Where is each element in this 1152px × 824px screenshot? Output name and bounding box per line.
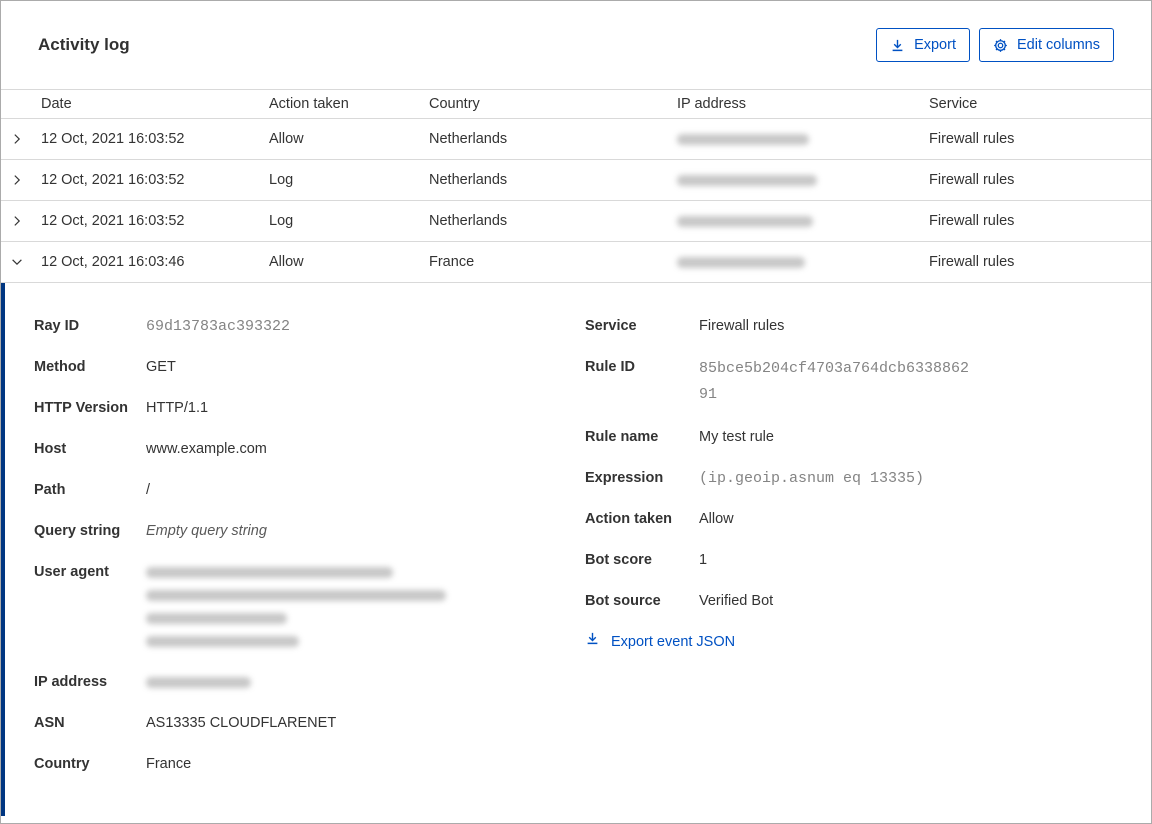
cell-ip xyxy=(677,172,929,188)
cell-date: 12 Oct, 2021 16:03:46 xyxy=(41,254,185,270)
detail-column-left: Ray ID 69d13783ac393322 Method GET HTTP … xyxy=(34,315,585,816)
detail-item-method: Method GET xyxy=(34,359,176,375)
column-header-action-taken: Action taken xyxy=(269,96,349,112)
cell-country: Netherlands xyxy=(429,213,508,229)
export-event-json-link[interactable]: Export event JSON xyxy=(585,631,1151,654)
redacted-ip-value xyxy=(677,256,805,268)
cell-date: 12 Oct, 2021 16:03:52 xyxy=(41,172,185,188)
activity-table: Date Action taken Country IP address Ser… xyxy=(1,89,1151,283)
redacted-user-agent-value xyxy=(146,561,446,653)
download-icon xyxy=(585,631,600,654)
detail-item-query-string: Query string Empty query string xyxy=(34,523,267,539)
detail-item-bot-score: Bot score 1 xyxy=(585,552,708,568)
cell-action: Log xyxy=(269,213,294,229)
detail-item-host: Host www.example.com xyxy=(34,441,267,457)
cell-action: Allow xyxy=(269,131,304,147)
cell-service: Firewall rules xyxy=(929,254,1015,270)
detail-item-ray-id: Ray ID 69d13783ac393322 xyxy=(34,318,291,335)
detail-item-service: Service Firewall rules xyxy=(585,318,785,334)
column-header-date: Date xyxy=(41,96,72,112)
cell-date: 12 Oct, 2021 16:03:52 xyxy=(41,131,185,147)
detail-column-right: Service Firewall rules Rule ID 85bce5b20… xyxy=(585,315,1151,816)
detail-item-action-taken: Action taken Allow xyxy=(585,511,734,527)
export-event-json-label: Export event JSON xyxy=(611,634,736,650)
topbar: Activity log Export Edit columns xyxy=(1,1,1151,89)
export-button[interactable]: Export xyxy=(876,28,970,62)
cell-ip xyxy=(677,131,929,147)
cell-action: Log xyxy=(269,172,294,188)
detail-item-asn: ASN AS13335 CLOUDFLARENET xyxy=(34,715,337,731)
column-header-service: Service xyxy=(929,96,978,112)
event-detail-panel: Ray ID 69d13783ac393322 Method GET HTTP … xyxy=(1,283,1151,816)
cell-ip xyxy=(677,254,929,270)
detail-item-rule-name: Rule name My test rule xyxy=(585,429,774,445)
table-header-row: Date Action taken Country IP address Ser… xyxy=(1,89,1151,119)
row-expand-toggle[interactable] xyxy=(1,255,41,269)
chevron-right-icon xyxy=(10,132,24,146)
detail-item-country: Country France xyxy=(34,756,192,772)
detail-item-rule-id: Rule ID 85bce5b204cf4703a764dcb633886291 xyxy=(585,359,970,403)
cell-service: Firewall rules xyxy=(929,213,1015,229)
activity-log-panel: Activity log Export Edit columns Date Ac… xyxy=(0,0,1152,824)
table-row[interactable]: 12 Oct, 2021 16:03:52 Log Netherlands Fi… xyxy=(1,201,1151,242)
chevron-down-icon xyxy=(10,255,24,269)
table-row[interactable]: 12 Oct, 2021 16:03:52 Allow Netherlands … xyxy=(1,119,1151,160)
row-expand-toggle[interactable] xyxy=(1,214,41,228)
cell-ip xyxy=(677,213,929,229)
cell-country: Netherlands xyxy=(429,131,508,147)
gear-icon xyxy=(993,38,1008,53)
redacted-ip-value xyxy=(146,671,251,694)
toolbar-actions: Export Edit columns xyxy=(876,28,1114,62)
chevron-right-icon xyxy=(10,173,24,187)
chevron-right-icon xyxy=(10,214,24,228)
detail-item-http-version: HTTP Version HTTP/1.1 xyxy=(34,400,209,416)
download-icon xyxy=(890,38,905,53)
cell-country: Netherlands xyxy=(429,172,508,188)
row-expand-toggle[interactable] xyxy=(1,132,41,146)
detail-item-bot-source: Bot source Verified Bot xyxy=(585,593,774,609)
cell-service: Firewall rules xyxy=(929,172,1015,188)
detail-item-expression: Expression (ip.geoip.asnum eq 13335) xyxy=(585,470,925,487)
table-row-expanded[interactable]: 12 Oct, 2021 16:03:46 Allow France Firew… xyxy=(1,242,1151,283)
export-button-label: Export xyxy=(914,37,956,53)
column-header-ip-address: IP address xyxy=(677,96,747,112)
table-row[interactable]: 12 Oct, 2021 16:03:52 Log Netherlands Fi… xyxy=(1,160,1151,201)
redacted-ip-value xyxy=(677,215,813,227)
column-header-country: Country xyxy=(429,96,480,112)
cell-date: 12 Oct, 2021 16:03:52 xyxy=(41,213,185,229)
cell-country: France xyxy=(429,254,475,270)
redacted-ip-value xyxy=(677,174,817,186)
detail-item-ip-address: IP address xyxy=(34,671,585,694)
cell-service: Firewall rules xyxy=(929,131,1015,147)
cell-action: Allow xyxy=(269,254,304,270)
row-expand-toggle[interactable] xyxy=(1,173,41,187)
detail-item-path: Path / xyxy=(34,482,151,498)
edit-columns-button[interactable]: Edit columns xyxy=(978,28,1114,62)
redacted-ip-value xyxy=(677,133,809,145)
page-title: Activity log xyxy=(38,35,130,54)
edit-columns-button-label: Edit columns xyxy=(1016,37,1100,53)
detail-item-user-agent: User agent xyxy=(34,561,585,653)
